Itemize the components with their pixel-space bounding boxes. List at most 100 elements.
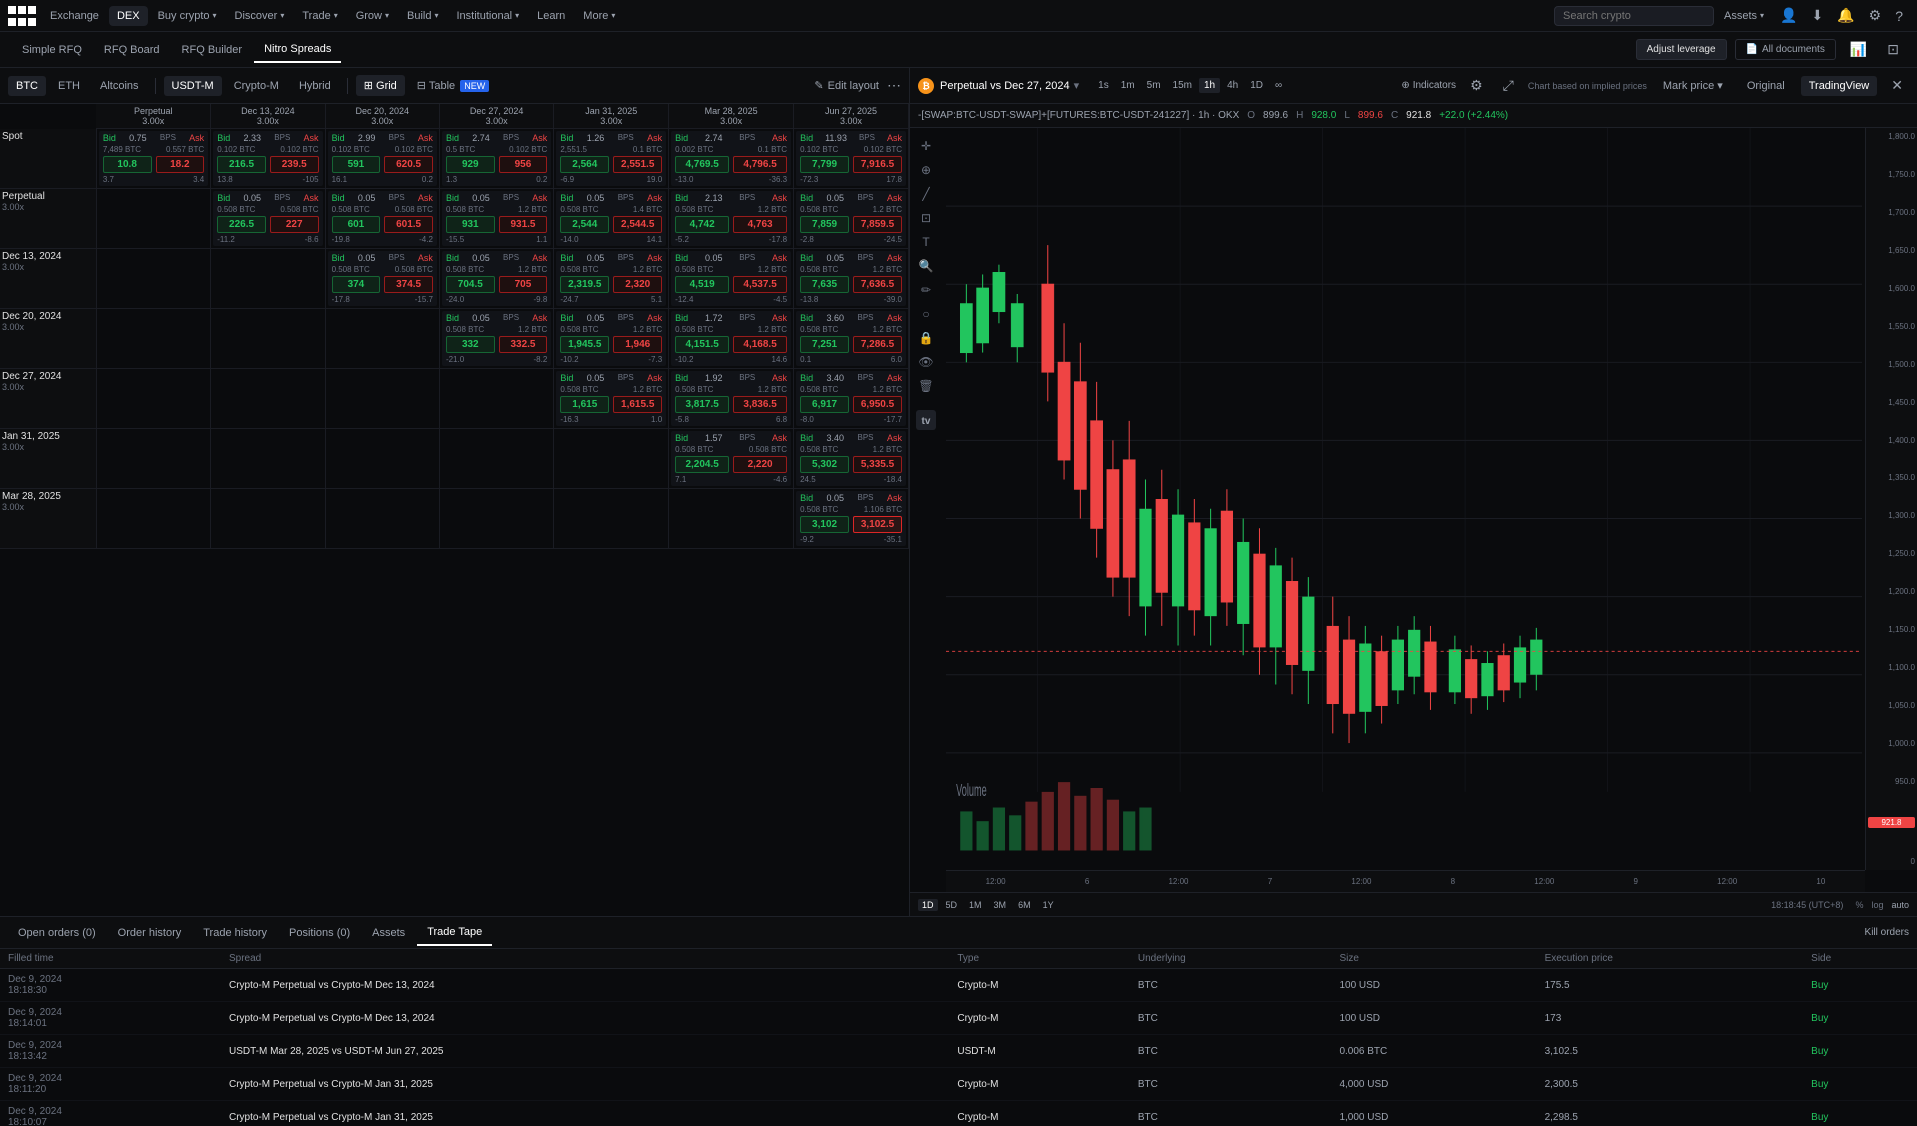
cell-spot-jun27[interactable]: Bid 11.93 BPS Ask 0.102 BTC0.102 BTC 7,7… xyxy=(794,129,909,189)
help-icon[interactable]: ? xyxy=(1889,4,1909,28)
tf-more[interactable]: ∞ xyxy=(1270,78,1287,93)
cell-spot-mar28[interactable]: Bid 2.74 BPS Ask 0.002 BTC0.1 BTC 4,769.… xyxy=(669,129,794,189)
range-6m[interactable]: 6M xyxy=(1014,899,1035,911)
trade-history-tab[interactable]: Trade history xyxy=(193,921,277,945)
cell-perp-mar28[interactable]: Bid 2.13 BPS Ask 0.508 BTC1.2 BTC 4,742 xyxy=(669,189,794,249)
cell-dec13-dec27[interactable]: Bid 0.05 BPS Ask 0.508 BTC1.2 BTC 704.5 xyxy=(439,249,553,309)
view-table-btn[interactable]: ⊟ Table NEW xyxy=(409,75,497,96)
delete-tool[interactable]: 🗑 xyxy=(914,376,938,396)
settings-icon[interactable]: ⚙ xyxy=(1863,3,1888,28)
asset-tab-altcoins[interactable]: Altcoins xyxy=(92,76,147,96)
cell-perp-dec13[interactable]: Bid 0.05 BPS Ask 0.508 BTC0.508 BTC 226.… xyxy=(211,189,325,249)
cell-perp-jun27[interactable]: Bid 0.05 BPS Ask 0.508 BTC1.2 BTC 7,859 xyxy=(794,189,909,249)
cell-dec13-jun27[interactable]: Bid 0.05 BPS Ask 0.508 BTC1.2 BTC 7,635 xyxy=(794,249,909,309)
tf-1h[interactable]: 1h xyxy=(1199,78,1220,93)
trend-tool[interactable]: ╱ xyxy=(914,184,938,204)
cell-spot-jan31[interactable]: Bid 1.26 BPS Ask 2,551.50.1 BTC 2,564 xyxy=(554,129,669,189)
positions-tab[interactable]: Positions (0) xyxy=(279,921,360,945)
simple-rfq-tab[interactable]: Simple RFQ xyxy=(12,38,92,62)
nav-build[interactable]: Build▾ xyxy=(399,6,446,26)
nav-exchange[interactable]: Exchange xyxy=(42,6,107,26)
margin-tab-cryptom[interactable]: Crypto-M xyxy=(226,76,287,96)
crosshair-tool[interactable]: ⊕ xyxy=(914,160,938,180)
nav-grow[interactable]: Grow▾ xyxy=(348,6,397,26)
view-grid-btn[interactable]: ⊞ Grid xyxy=(356,75,405,96)
search-input[interactable] xyxy=(1554,6,1714,26)
tf-1m[interactable]: 1m xyxy=(1116,78,1140,93)
cursor-tool[interactable]: ✛ xyxy=(914,136,938,156)
cell-dec27-jun27[interactable]: Bid 3.40 BPS Ask 0.508 BTC1.2 BTC 6,917 xyxy=(794,369,909,429)
tf-4h[interactable]: 4h xyxy=(1222,78,1243,93)
assets-button[interactable]: Assets▾ xyxy=(1716,6,1772,26)
tf-15m[interactable]: 15m xyxy=(1168,78,1197,93)
zoom-tool[interactable]: 🔍 xyxy=(914,256,938,276)
rfq-builder-tab[interactable]: RFQ Builder xyxy=(172,38,253,62)
cell-dec20-jan31[interactable]: Bid 0.05 BPS Ask 0.508 BTC1.2 BTC 1,945.… xyxy=(554,309,669,369)
nitro-spreads-tab[interactable]: Nitro Spreads xyxy=(254,37,341,63)
nav-more[interactable]: More▾ xyxy=(575,6,623,26)
tf-1d[interactable]: 1D xyxy=(1245,78,1268,93)
range-1d[interactable]: 1D xyxy=(918,899,938,911)
ellipse-tool[interactable]: ○ xyxy=(914,304,938,324)
cell-perp-dec27[interactable]: Bid 0.05 BPS Ask 0.508 BTC1.2 BTC 931 xyxy=(439,189,553,249)
range-5d[interactable]: 5D xyxy=(942,899,962,911)
cell-dec13-mar28[interactable]: Bid 0.05 BPS Ask 0.508 BTC1.2 BTC 4,519 xyxy=(669,249,794,309)
rfq-board-tab[interactable]: RFQ Board xyxy=(94,38,170,62)
cell-dec20-mar28[interactable]: Bid 1.72 BPS Ask 0.508 BTC1.2 BTC 4,151.… xyxy=(669,309,794,369)
cell-dec13-jan31[interactable]: Bid 0.05 BPS Ask 0.508 BTC1.2 BTC 2,319.… xyxy=(554,249,669,309)
edit-layout-button[interactable]: ✎ Edit layout xyxy=(814,79,879,92)
cell-perp-jan31[interactable]: Bid 0.05 BPS Ask 0.508 BTC1.4 BTC 2,544 xyxy=(554,189,669,249)
close-chart-icon[interactable]: ✕ xyxy=(1885,73,1909,98)
open-orders-tab[interactable]: Open orders (0) xyxy=(8,921,106,945)
cell-dec13-dec20[interactable]: Bid 0.05 BPS Ask 0.508 BTC0.508 BTC 374 xyxy=(325,249,439,309)
cell-jan31-mar28[interactable]: Bid 1.57 BPS Ask 0.508 BTC0.508 BTC 2,20… xyxy=(669,429,794,489)
nav-trade[interactable]: Trade▾ xyxy=(294,6,345,26)
cell-spot-dec27[interactable]: Bid 2.74 BPS Ask 0.5 BTC0.102 BTC 929 xyxy=(439,129,553,189)
range-1m[interactable]: 1M xyxy=(965,899,986,911)
more-options-icon[interactable]: ⋯ xyxy=(887,77,901,94)
eye-tool[interactable]: 👁 xyxy=(914,352,938,372)
text-tool[interactable]: T xyxy=(914,232,938,252)
range-3m[interactable]: 3M xyxy=(990,899,1011,911)
nav-dex[interactable]: DEX xyxy=(109,6,148,26)
nav-learn[interactable]: Learn xyxy=(529,6,573,26)
mark-price-btn[interactable]: Mark price ▾ xyxy=(1655,75,1731,96)
nav-buy-crypto[interactable]: Buy crypto▾ xyxy=(150,6,225,26)
measure-tool[interactable]: ⊡ xyxy=(914,208,938,228)
cell-spot-dec13[interactable]: Bid 2.33 BPS Ask 0.102 BTC0.102 BTC 216.… xyxy=(211,129,325,189)
cell-dec27-mar28[interactable]: Bid 1.92 BPS Ask 0.508 BTC1.2 BTC 3,817.… xyxy=(669,369,794,429)
range-1y[interactable]: 1Y xyxy=(1039,899,1058,911)
all-documents-button[interactable]: 📄 All documents xyxy=(1735,39,1836,60)
cell-dec27-jan31[interactable]: Bid 0.05 BPS Ask 0.508 BTC1.2 BTC 1,615 xyxy=(554,369,669,429)
lock-tool[interactable]: 🔒 xyxy=(914,328,938,348)
cell-mar28-jun27[interactable]: Bid 0.05 BPS Ask 0.508 BTC1.106 BTC 3,10… xyxy=(794,489,909,549)
layout-icon[interactable]: ⊡ xyxy=(1881,37,1905,62)
profile-icon[interactable]: 👤 xyxy=(1774,3,1803,28)
chart-settings-icon[interactable]: ⚙ xyxy=(1464,73,1489,98)
trade-tape-tab[interactable]: Trade Tape xyxy=(417,920,492,946)
nav-discover[interactable]: Discover▾ xyxy=(227,6,293,26)
tradingview-btn[interactable]: TradingView xyxy=(1801,76,1878,96)
asset-tab-btc[interactable]: BTC xyxy=(8,76,46,96)
asset-tab-eth[interactable]: ETH xyxy=(50,76,88,96)
kill-orders-button[interactable]: Kill orders xyxy=(1865,927,1909,938)
margin-tab-hybrid[interactable]: Hybrid xyxy=(291,76,339,96)
order-history-tab[interactable]: Order history xyxy=(108,921,192,945)
draw-tool[interactable]: ✏ xyxy=(914,280,938,300)
tf-1s[interactable]: 1s xyxy=(1093,78,1114,93)
cell-jan31-jun27[interactable]: Bid 3.40 BPS Ask 0.508 BTC1.2 BTC 5,302 xyxy=(794,429,909,489)
chart-fullscreen-icon[interactable]: ⤢ xyxy=(1497,73,1520,98)
assets-tab[interactable]: Assets xyxy=(362,921,415,945)
bell-icon[interactable]: 🔔 xyxy=(1831,3,1860,28)
cell-spot-dec20[interactable]: Bid 2.99 BPS Ask 0.102 BTC0.102 BTC 591 xyxy=(325,129,439,189)
cell-dec20-jun27[interactable]: Bid 3.60 BPS Ask 0.508 BTC1.2 BTC 7,251 xyxy=(794,309,909,369)
chart-icon[interactable]: 📊 xyxy=(1844,37,1873,62)
margin-tab-usdtm[interactable]: USDT-M xyxy=(164,76,222,96)
adjust-leverage-button[interactable]: Adjust leverage xyxy=(1636,39,1727,60)
cell-dec20-dec27[interactable]: Bid 0.05 BPS Ask 0.508 BTC1.2 BTC 332 xyxy=(439,309,553,369)
cell-spot-perp[interactable]: Bid 0.75 BPS Ask 7,489 BTC0.557 BTC 10.8 xyxy=(96,129,210,189)
nav-institutional[interactable]: Institutional▾ xyxy=(448,6,527,26)
indicators-button[interactable]: ⊕ Indicators xyxy=(1401,80,1456,91)
tf-5m[interactable]: 5m xyxy=(1142,78,1166,93)
original-btn[interactable]: Original xyxy=(1739,76,1793,96)
